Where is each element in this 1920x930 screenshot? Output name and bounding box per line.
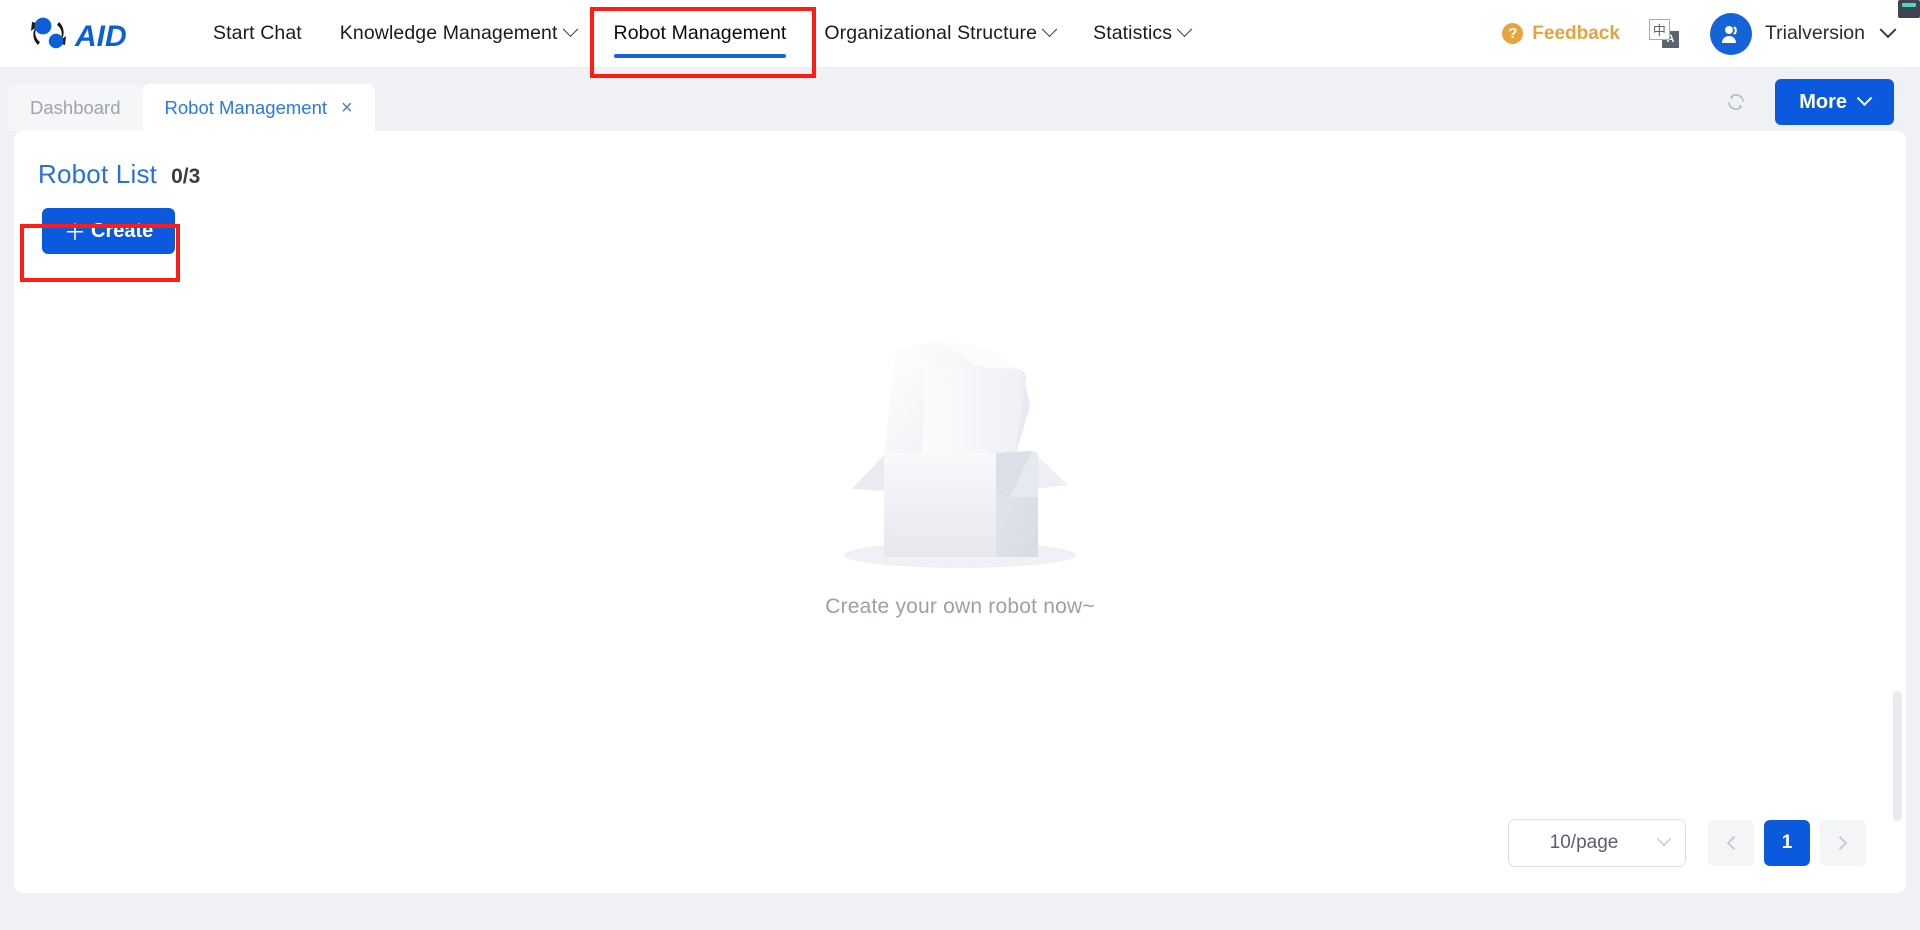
- page-size-select[interactable]: 10/page: [1508, 819, 1686, 867]
- tab-bar-actions: More: [1719, 79, 1920, 131]
- nav-item-organizational-structure[interactable]: Organizational Structure: [805, 0, 1074, 68]
- robot-list-card: Robot List 0/3 ＋ Create Create your own …: [14, 131, 1906, 893]
- translate-icon[interactable]: A 中: [1648, 18, 1680, 49]
- translate-cjk-char: 中: [1648, 18, 1670, 40]
- tab-dashboard[interactable]: Dashboard: [8, 84, 143, 131]
- nav-label: Robot Management: [613, 22, 787, 44]
- chevron-down-icon: [1041, 21, 1058, 38]
- tab-robot-management[interactable]: Robot Management ×: [142, 84, 375, 131]
- nav-item-start-chat[interactable]: Start Chat: [194, 0, 321, 68]
- more-button[interactable]: More: [1775, 79, 1894, 125]
- page-buttons: 1: [1708, 820, 1866, 866]
- app-logo[interactable]: AID: [26, 12, 144, 56]
- chevron-left-icon: [1726, 835, 1741, 851]
- plus-icon: ＋: [64, 220, 87, 245]
- avatar: [1709, 12, 1752, 55]
- page-size-label: 10/page: [1549, 832, 1619, 853]
- feedback-label: Feedback: [1532, 22, 1620, 44]
- user-icon: [1721, 25, 1737, 43]
- close-icon[interactable]: ×: [341, 98, 353, 118]
- robot-count-badge: 0/3: [171, 165, 201, 188]
- corner-widget-icon: [1898, 0, 1920, 18]
- chevron-right-icon: [1833, 835, 1848, 851]
- nav-label: Start Chat: [213, 22, 302, 44]
- chevron-down-icon: [1656, 831, 1672, 846]
- list-header: Robot List 0/3: [14, 131, 1906, 190]
- page-button-1[interactable]: 1: [1764, 820, 1810, 866]
- header-right-actions: ? Feedback A 中 Trialversion: [1502, 12, 1920, 55]
- vertical-scrollbar[interactable]: [1893, 691, 1902, 821]
- nav-active-underline: [613, 53, 787, 58]
- tab-label: Dashboard: [30, 96, 121, 118]
- top-header: AID Start Chat Knowledge Management Robo…: [0, 0, 1920, 68]
- chevron-down-icon: [1856, 89, 1873, 106]
- main-navigation: Start Chat Knowledge Management Robot Ma…: [194, 0, 1209, 68]
- tab-bar: Dashboard Robot Management × More: [0, 68, 1920, 131]
- nav-label: Organizational Structure: [824, 22, 1038, 44]
- more-label: More: [1799, 90, 1847, 113]
- nav-label: Statistics: [1093, 22, 1173, 44]
- nav-label: Knowledge Management: [339, 22, 558, 44]
- chevron-down-icon: [1176, 21, 1193, 38]
- prev-page-button[interactable]: [1708, 820, 1754, 866]
- question-mark-icon: ?: [1502, 23, 1524, 44]
- aid-logo-icon: AID: [31, 17, 127, 53]
- empty-box-illustration: [844, 341, 1076, 568]
- pagination: 10/page 1: [1508, 819, 1866, 867]
- next-page-button[interactable]: [1820, 820, 1866, 866]
- empty-state: Create your own robot now~: [14, 329, 1906, 619]
- tab-label: Robot Management: [164, 96, 328, 118]
- svg-text:AID: AID: [74, 20, 127, 53]
- nav-item-robot-management[interactable]: Robot Management: [595, 0, 806, 68]
- user-menu[interactable]: Trialversion: [1709, 12, 1897, 55]
- create-button[interactable]: ＋ Create: [42, 208, 176, 254]
- page-title: Robot List: [38, 159, 158, 189]
- empty-state-message: Create your own robot now~: [825, 595, 1095, 618]
- refresh-icon: [1728, 94, 1745, 110]
- chevron-down-icon: [1879, 20, 1897, 38]
- create-label: Create: [91, 219, 154, 242]
- refresh-button[interactable]: [1719, 85, 1753, 119]
- nav-item-statistics[interactable]: Statistics: [1074, 0, 1209, 68]
- username-label: Trialversion: [1764, 22, 1865, 44]
- chevron-down-icon: [562, 21, 578, 38]
- create-row: ＋ Create: [14, 190, 1906, 254]
- feedback-button[interactable]: ? Feedback: [1502, 23, 1620, 45]
- nav-item-knowledge-management[interactable]: Knowledge Management: [321, 0, 595, 68]
